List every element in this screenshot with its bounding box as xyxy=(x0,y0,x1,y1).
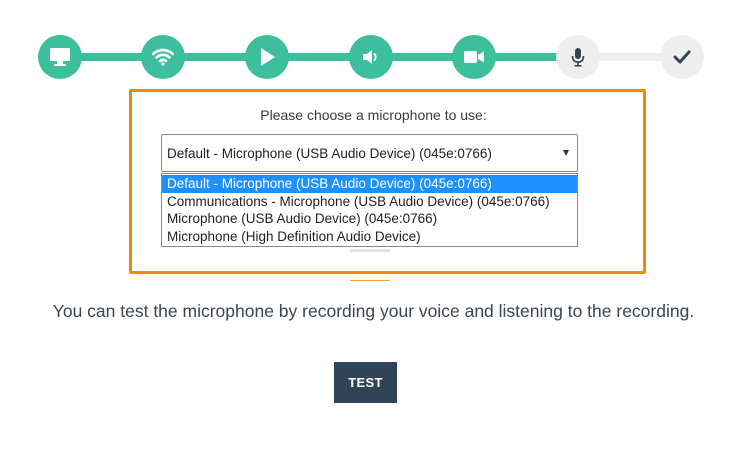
monitor-icon xyxy=(50,48,70,66)
microphone-setup-page: Please choose a microphone to use: Defau… xyxy=(0,0,747,452)
test-instructions: You can test the microphone by recording… xyxy=(52,301,695,321)
wifi-icon xyxy=(152,48,174,66)
microphone-icon xyxy=(571,48,585,67)
dropdown-arrow-icon xyxy=(563,150,569,156)
microphone-option[interactable]: Communications - Microphone (USB Audio D… xyxy=(162,193,577,211)
step-camera xyxy=(452,35,496,79)
play-icon xyxy=(261,48,275,66)
microphone-options-list: Default - Microphone (USB Audio Device) … xyxy=(161,173,578,247)
video-camera-icon xyxy=(464,51,484,63)
step-network xyxy=(141,35,185,79)
step-monitor xyxy=(38,35,82,79)
divider xyxy=(350,249,390,252)
microphone-option[interactable]: Microphone (USB Audio Device) (045e:0766… xyxy=(162,210,577,228)
step-complete xyxy=(660,35,704,79)
speaker-icon xyxy=(363,50,377,64)
microphone-select-value: Default - Microphone (USB Audio Device) … xyxy=(167,146,492,161)
step-speaker xyxy=(349,35,393,79)
microphone-option[interactable]: Default - Microphone (USB Audio Device) … xyxy=(162,175,577,193)
test-button[interactable]: TEST xyxy=(334,362,397,403)
section-divider xyxy=(350,280,390,281)
step-playback xyxy=(245,35,289,79)
checkmark-icon xyxy=(673,50,691,64)
step-microphone xyxy=(556,35,600,79)
microphone-option[interactable]: Microphone (High Definition Audio Device… xyxy=(162,228,577,246)
setup-progress-stepper xyxy=(38,35,704,80)
microphone-prompt: Please choose a microphone to use: xyxy=(260,107,487,123)
progress-line-complete xyxy=(60,53,580,61)
microphone-select[interactable]: Default - Microphone (USB Audio Device) … xyxy=(161,134,578,172)
